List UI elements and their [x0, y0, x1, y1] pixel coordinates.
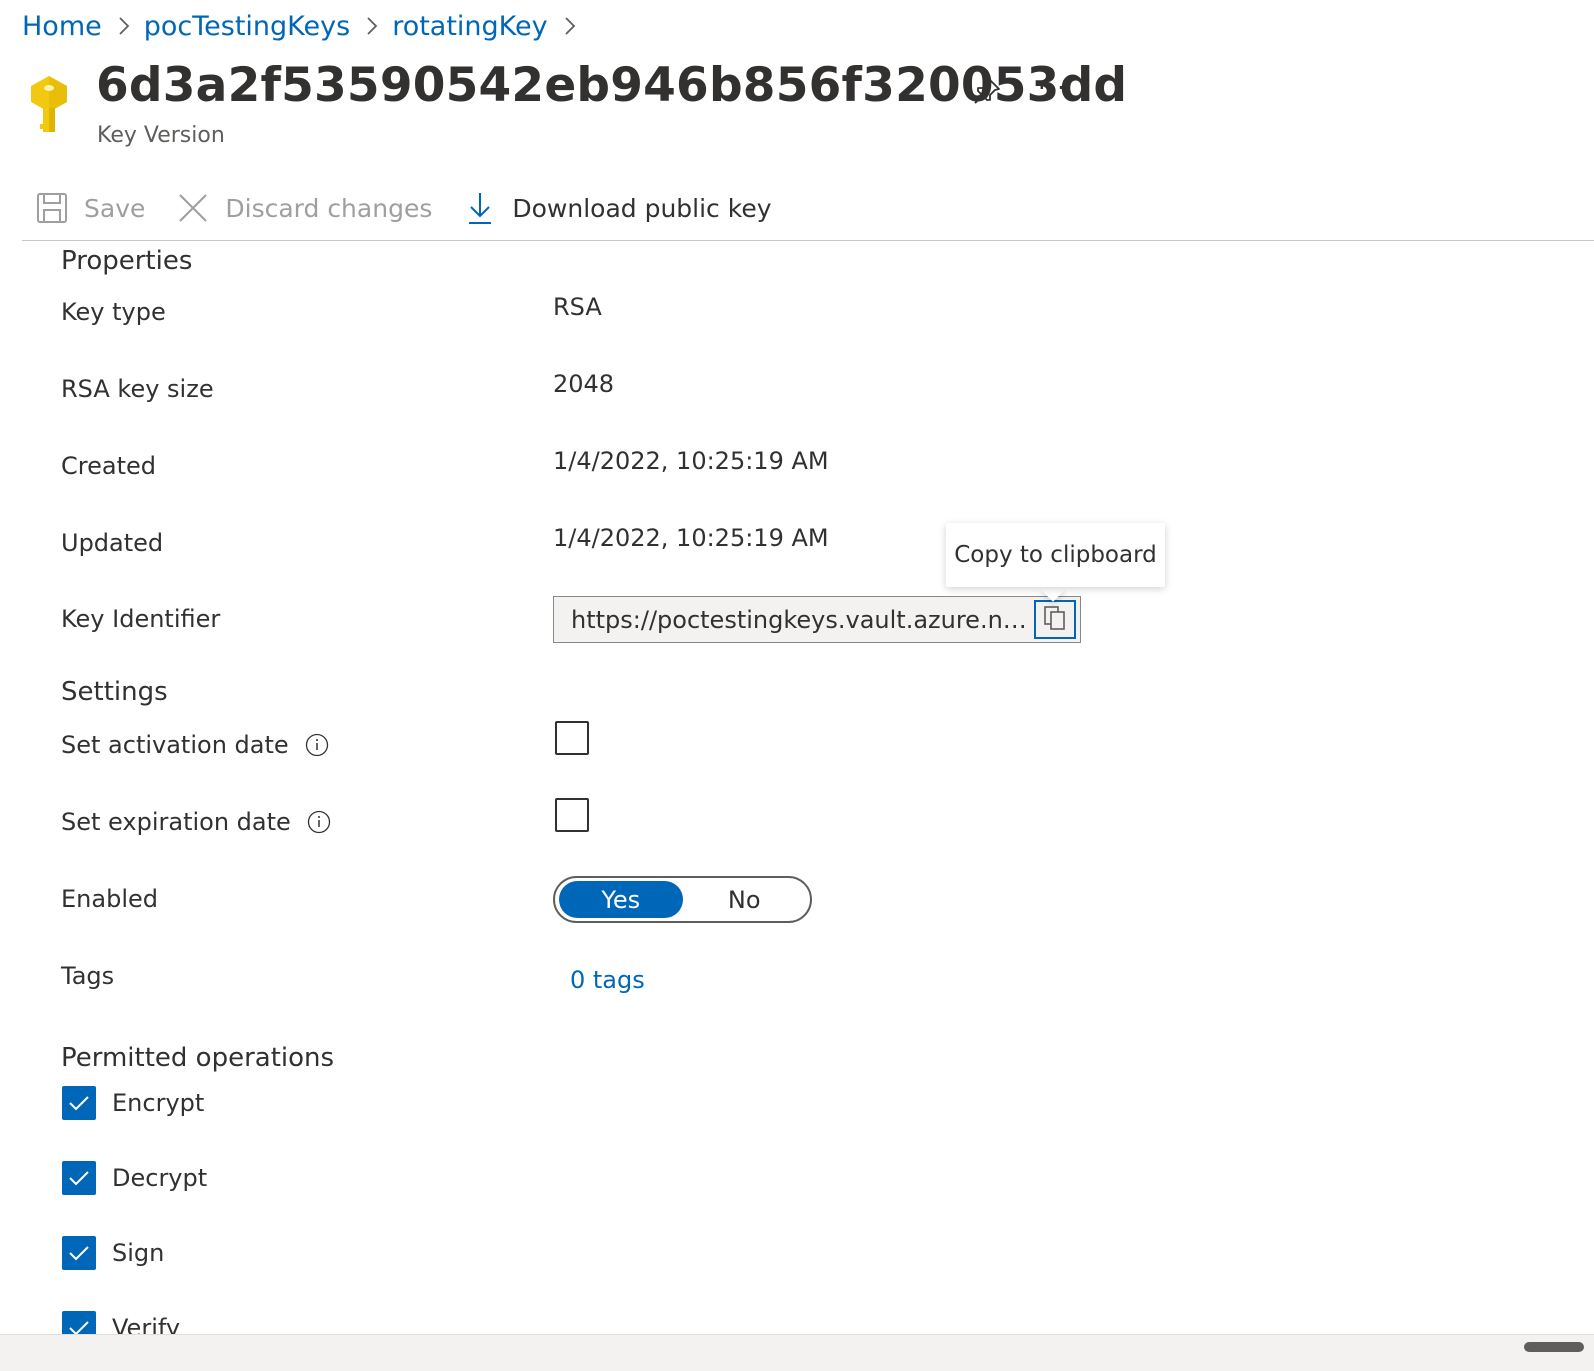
key-icon	[28, 74, 70, 136]
toolbar-divider	[22, 240, 1594, 241]
discard-label: Discard changes	[225, 193, 433, 223]
tags-link[interactable]: 0 tags	[570, 966, 645, 994]
download-public-key-button[interactable]: Download public key	[462, 190, 772, 226]
sign-label: Sign	[112, 1239, 165, 1267]
expiration-date-checkbox[interactable]	[555, 798, 589, 832]
expiration-date-label: Set expiration date	[61, 808, 291, 836]
copy-icon	[1043, 605, 1067, 635]
key-type-value: RSA	[553, 293, 602, 321]
scrollbar-thumb[interactable]	[1524, 1342, 1584, 1352]
chevron-right-icon	[118, 16, 130, 36]
checkmark-icon	[69, 1246, 89, 1261]
encrypt-label: Encrypt	[112, 1089, 205, 1117]
encrypt-checkbox[interactable]	[62, 1086, 96, 1120]
close-icon	[175, 190, 211, 226]
save-icon	[34, 190, 70, 226]
discard-changes-button[interactable]: Discard changes	[175, 190, 432, 226]
enabled-no-option[interactable]: No	[683, 881, 807, 918]
download-label: Download public key	[512, 193, 772, 223]
activation-date-row-label: Set activation date	[61, 731, 329, 759]
permitted-operations-heading: Permitted operations	[61, 1043, 335, 1073]
chevron-right-icon	[564, 16, 576, 36]
activation-date-checkbox[interactable]	[555, 721, 589, 755]
permission-encrypt[interactable]: Encrypt	[62, 1086, 204, 1120]
tags-label: Tags	[61, 962, 115, 990]
sign-checkbox[interactable]	[62, 1236, 96, 1270]
chevron-right-icon	[366, 16, 378, 36]
breadcrumb-home[interactable]: Home	[22, 11, 102, 42]
enabled-toggle[interactable]: Yes No	[553, 876, 812, 923]
copy-to-clipboard-button[interactable]	[1034, 600, 1076, 639]
command-bar: Save Discard changes Download public key	[34, 184, 802, 232]
info-icon[interactable]	[305, 733, 329, 757]
expiration-date-row-label: Set expiration date	[61, 808, 331, 836]
info-icon[interactable]	[307, 810, 331, 834]
key-type-label: Key type	[61, 298, 166, 326]
updated-value: 1/4/2022, 10:25:19 AM	[553, 524, 829, 552]
decrypt-checkbox[interactable]	[62, 1161, 96, 1195]
horizontal-scrollbar-track	[0, 1334, 1594, 1371]
created-value: 1/4/2022, 10:25:19 AM	[553, 447, 829, 475]
settings-heading: Settings	[61, 677, 168, 707]
created-label: Created	[61, 452, 156, 480]
decrypt-label: Decrypt	[112, 1164, 208, 1192]
permission-decrypt[interactable]: Decrypt	[62, 1161, 207, 1195]
save-button[interactable]: Save	[34, 190, 145, 226]
checkmark-icon	[69, 1096, 89, 1111]
permission-sign[interactable]: Sign	[62, 1236, 164, 1270]
save-label: Save	[84, 193, 146, 223]
key-identifier-label: Key Identifier	[61, 605, 221, 633]
breadcrumb: Home pocTestingKeys rotatingKey	[22, 6, 590, 46]
download-icon	[462, 190, 498, 226]
key-identifier-field[interactable]: https://poctestingkeys.vault.azure.net/.…	[553, 596, 1081, 643]
properties-heading: Properties	[61, 246, 193, 276]
page-subtitle: Key Version	[97, 123, 225, 148]
key-size-label: RSA key size	[61, 375, 214, 403]
enabled-label: Enabled	[61, 885, 158, 913]
copy-tooltip: Copy to clipboard	[946, 523, 1165, 587]
breadcrumb-key[interactable]: rotatingKey	[392, 11, 547, 42]
updated-label: Updated	[61, 529, 164, 557]
pin-icon[interactable]	[972, 76, 1002, 106]
checkmark-icon	[69, 1171, 89, 1186]
key-identifier-value: https://poctestingkeys.vault.azure.net/.…	[571, 605, 1031, 634]
more-options-icon[interactable]: ···	[1038, 74, 1067, 102]
activation-date-label: Set activation date	[61, 731, 289, 759]
enabled-yes-option[interactable]: Yes	[559, 881, 683, 918]
breadcrumb-vault[interactable]: pocTestingKeys	[144, 11, 350, 42]
key-size-value: 2048	[553, 370, 615, 398]
